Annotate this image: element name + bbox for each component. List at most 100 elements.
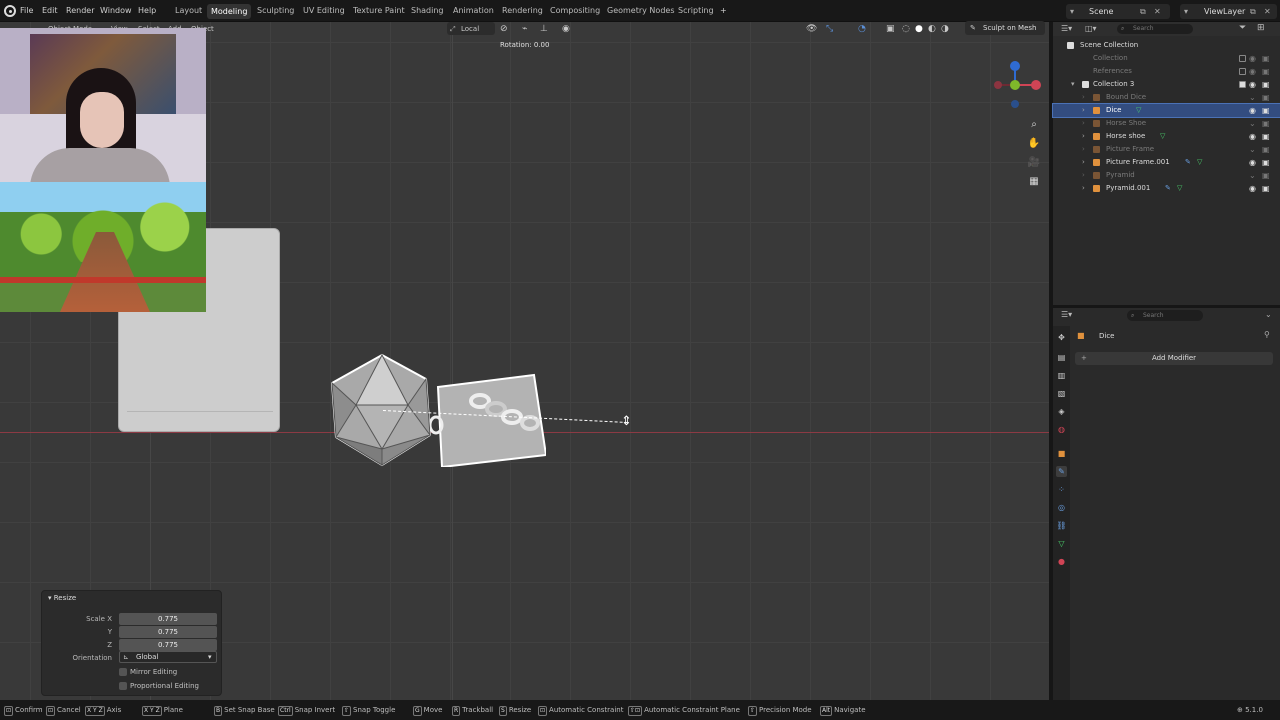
tab-layout[interactable]: Layout	[171, 0, 206, 22]
eye-icon[interactable]: ◉	[1249, 130, 1256, 143]
eye-icon[interactable]: ◉	[1249, 78, 1256, 91]
navigation-gizmo[interactable]	[990, 60, 1044, 114]
eye-icon[interactable]: ⌄	[1249, 117, 1256, 130]
expand-arrow-icon[interactable]: ›	[1082, 91, 1085, 104]
exclude-checkbox[interactable]	[1239, 68, 1246, 75]
new-collection-icon[interactable]: ⊞	[1257, 23, 1265, 33]
outliner-item-references[interactable]: References ◉ ▣	[1053, 65, 1280, 78]
xray-toggle-icon[interactable]: ▣	[886, 22, 895, 36]
orientation-select[interactable]: ⊾ Global ▾	[119, 651, 217, 663]
tab-compositing[interactable]: Compositing	[546, 0, 604, 22]
tab-sculpting[interactable]: Sculpting	[253, 0, 298, 22]
camera-icon[interactable]: ▣	[1262, 156, 1270, 169]
tab-rendering[interactable]: Rendering	[498, 0, 547, 22]
outliner-item-horse-shoe[interactable]: › Horse shoe ▽ ◉ ▣	[1053, 130, 1280, 143]
physics-tab-icon[interactable]: ◎	[1056, 502, 1067, 513]
object-tab-icon[interactable]: ■	[1056, 448, 1067, 459]
tab-animation[interactable]: Animation	[449, 0, 498, 22]
pan-hand-icon[interactable]: ✋	[1026, 136, 1042, 152]
outliner-item-dice[interactable]: › Dice ▽ ◉ ▣	[1052, 103, 1280, 118]
proportional-editing-checkbox[interactable]	[119, 682, 127, 690]
duplicate-layer-icon[interactable]: ⧉	[1250, 4, 1256, 19]
expand-arrow-icon[interactable]: ›	[1082, 130, 1085, 143]
tab-modeling[interactable]: Modeling	[207, 4, 252, 19]
blender-logo-icon[interactable]	[4, 5, 16, 17]
resize-operator-panel[interactable]: ▾ Resize Scale X 0.775 Y 0.775 Z 0.775 O…	[41, 590, 222, 696]
tab-texture-paint[interactable]: Texture Paint	[349, 0, 409, 22]
add-workspace-button[interactable]: +	[716, 0, 731, 22]
camera-icon[interactable]: ▣	[1262, 78, 1270, 91]
tab-shading[interactable]: Shading	[407, 0, 448, 22]
duplicate-scene-icon[interactable]: ⧉	[1140, 4, 1146, 19]
rendered-shading-icon[interactable]: ◑	[941, 22, 949, 36]
camera-icon[interactable]: ▣	[1262, 52, 1270, 65]
outliner-item-picture-frame-hidden[interactable]: › Picture Frame ⌄ ▣	[1053, 143, 1280, 156]
camera-icon[interactable]: ▣	[1262, 143, 1270, 156]
eye-icon[interactable]: ◉	[1249, 156, 1256, 169]
expand-arrow-icon[interactable]: ›	[1082, 143, 1085, 156]
camera-icon[interactable]: ▣	[1262, 169, 1270, 182]
modifier-tab-icon[interactable]: ✎	[1056, 466, 1067, 477]
outliner-item-pyramid-001[interactable]: › Pyramid.001 ✎ ▽ ◉ ▣	[1053, 182, 1280, 195]
camera-icon[interactable]: ▣	[1262, 104, 1270, 117]
menu-help[interactable]: Help	[134, 0, 160, 22]
outliner-item-picture-frame-001[interactable]: › Picture Frame.001 ✎ ▽ ◉ ▣	[1053, 156, 1280, 169]
expand-arrow-icon[interactable]: ›	[1082, 104, 1085, 117]
exclude-checkbox[interactable]	[1239, 81, 1246, 88]
gizmo-toggle-icon[interactable]: ⤡	[826, 22, 833, 36]
camera-icon[interactable]: ▣	[1262, 91, 1270, 104]
outliner-item-collection-3[interactable]: ▾ Collection 3 ◉ ▣	[1053, 78, 1280, 91]
eye-icon[interactable]: ◉	[1249, 182, 1256, 195]
pin-icon[interactable]: ⚲	[1264, 330, 1270, 339]
eye-icon[interactable]: ⌄	[1249, 169, 1256, 182]
orientation-dropdown[interactable]: ⤢ Local	[447, 22, 495, 35]
remove-layer-icon[interactable]: ✕	[1264, 4, 1271, 19]
menu-window[interactable]: Window	[96, 0, 136, 22]
outliner-item-collection[interactable]: Collection ◉ ▣	[1053, 52, 1280, 65]
view-layer-selector[interactable]: ▾ ViewLayer ⧉ ✕	[1180, 4, 1277, 19]
sculpt-on-mesh-button[interactable]: ✎ Sculpt on Mesh	[965, 21, 1045, 35]
outliner-item-horse-shoe-hidden[interactable]: › Horse Shoe ⌄ ▣	[1053, 117, 1280, 130]
eye-icon[interactable]: ◉	[1249, 52, 1256, 65]
render-tab-icon[interactable]: ▤	[1056, 352, 1067, 363]
zoom-icon[interactable]: ⌕	[1026, 117, 1042, 133]
menu-file[interactable]: File	[16, 0, 37, 22]
horse-shoe-object[interactable]	[430, 373, 546, 467]
world-tab-icon[interactable]: ◍	[1056, 424, 1067, 435]
scale-x-field[interactable]: 0.775	[119, 613, 217, 625]
material-tab-icon[interactable]: ●	[1056, 556, 1067, 567]
outliner-item-pyramid-hidden[interactable]: › Pyramid ⌄ ▣	[1053, 169, 1280, 182]
expand-arrow-icon[interactable]: ›	[1082, 156, 1085, 169]
outliner-search-input[interactable]: ⌕ Search	[1117, 24, 1193, 34]
scale-y-field[interactable]: 0.775	[119, 626, 217, 638]
camera-icon[interactable]: ▣	[1262, 130, 1270, 143]
material-shading-icon[interactable]: ◐	[928, 22, 936, 36]
eye-icon[interactable]: ⌄	[1249, 91, 1256, 104]
mirror-editing-checkbox[interactable]	[119, 668, 127, 676]
tab-uv-editing[interactable]: UV Editing	[299, 0, 349, 22]
menu-render[interactable]: Render	[62, 0, 98, 22]
eye-icon[interactable]: ⌄	[1249, 143, 1256, 156]
outliner-item-bound-dice[interactable]: › Bound Dice ⌄ ▣	[1053, 91, 1280, 104]
snap-icon[interactable]: ⌁	[522, 22, 527, 36]
output-tab-icon[interactable]: ▥	[1056, 370, 1067, 381]
menu-edit[interactable]: Edit	[38, 0, 62, 22]
expand-arrow-icon[interactable]: ›	[1082, 182, 1085, 195]
editor-type-icon[interactable]: ☰▾	[1061, 24, 1072, 33]
camera-view-icon[interactable]: 🎥	[1026, 155, 1042, 171]
tab-geometry-nodes[interactable]: Geometry Nodes	[603, 0, 678, 22]
properties-search-input[interactable]: ⌕ Search	[1127, 310, 1203, 321]
wireframe-shading-icon[interactable]: ◌	[902, 22, 910, 36]
overlay-toggle-icon[interactable]: ◔	[858, 22, 866, 36]
proportional-edit-icon[interactable]: ◉	[562, 22, 570, 36]
eye-icon[interactable]: ◉	[1249, 104, 1256, 117]
solid-shading-icon[interactable]: ●	[915, 22, 923, 36]
camera-icon[interactable]: ▣	[1262, 65, 1270, 78]
scene-tab-icon[interactable]: ◈	[1056, 406, 1067, 417]
expand-arrow-icon[interactable]: ›	[1082, 169, 1085, 182]
particles-tab-icon[interactable]: ⁘	[1056, 484, 1067, 495]
editor-type-icon[interactable]: ☰▾	[1061, 310, 1072, 319]
panel-title[interactable]: ▾ Resize	[48, 594, 76, 602]
exclude-checkbox[interactable]	[1239, 55, 1246, 62]
camera-icon[interactable]: ▣	[1262, 117, 1270, 130]
